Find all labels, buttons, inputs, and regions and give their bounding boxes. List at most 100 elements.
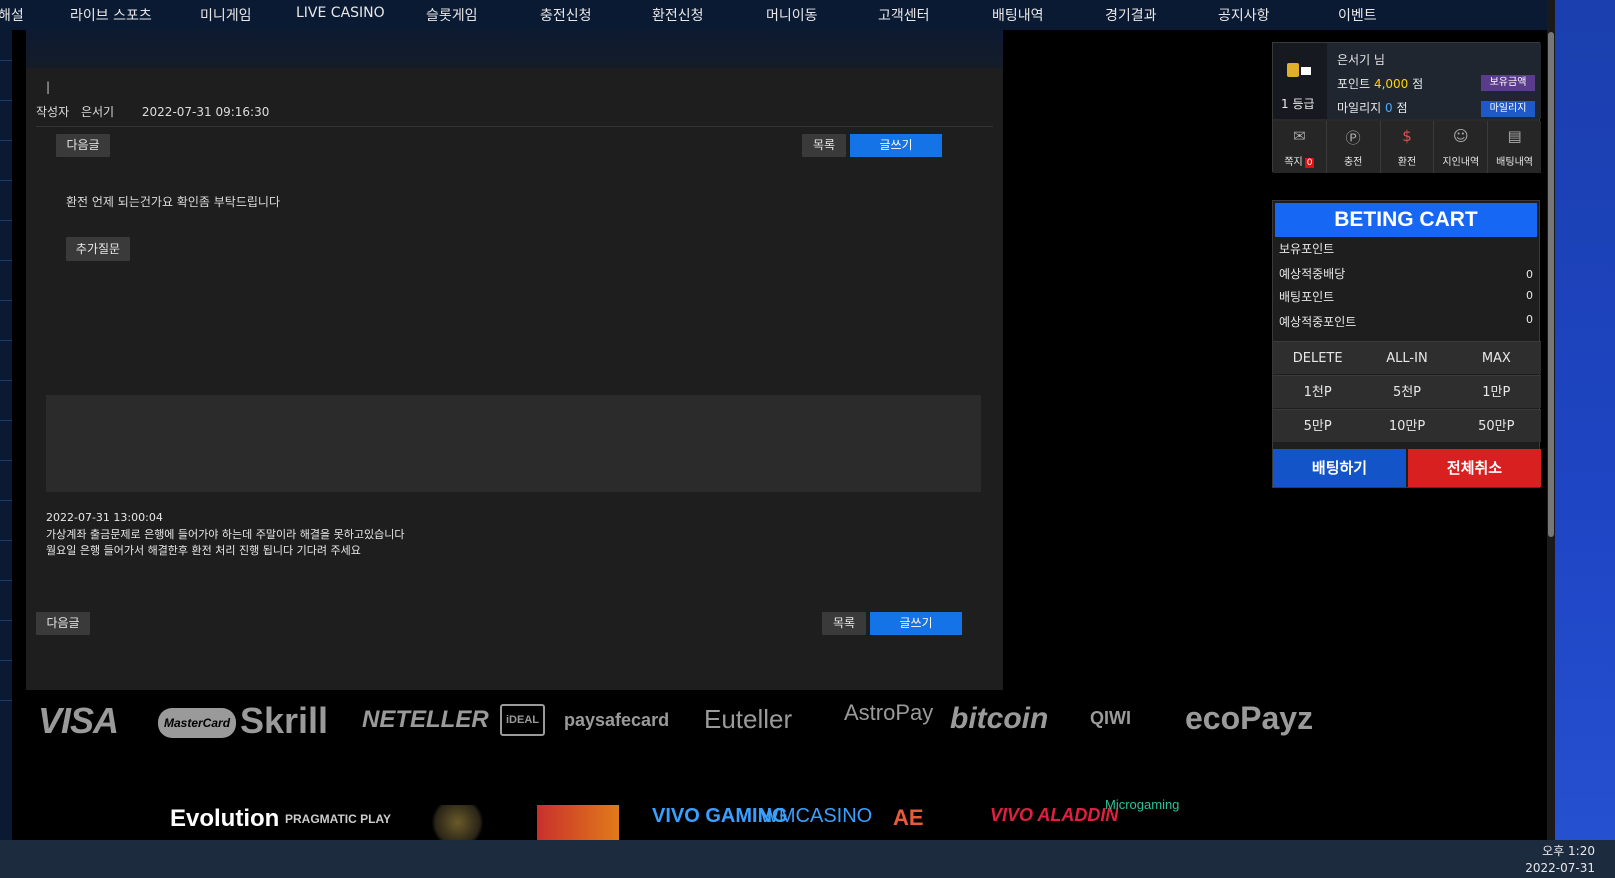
shortcut-referrals-label: 지인내역 xyxy=(1442,157,1480,168)
point-unit: 점 xyxy=(1412,77,1424,91)
cart-title: BETING CART xyxy=(1275,203,1537,237)
cart-row-holding-points: 보유포인트 xyxy=(1279,240,1533,257)
paysafecard-logo: paysafecard xyxy=(564,710,670,730)
og-plus-logo xyxy=(537,805,619,840)
cancel-all-button[interactable]: 전체취소 xyxy=(1408,449,1541,487)
nav-item-money-move[interactable]: 머니이동 xyxy=(766,5,818,25)
shortcut-referrals[interactable]: ☺ 지인내역 xyxy=(1434,121,1489,173)
mastercard-logo: MasterCard xyxy=(158,708,237,738)
cart-row-value: 0 xyxy=(1526,313,1533,326)
post-panel: | 작성자 은서기 2022-07-31 09:16:30 다음글 목록 글쓰기… xyxy=(26,30,1003,690)
amount-100k-button[interactable]: 10만P xyxy=(1362,410,1451,442)
bitcoin-logo: bitcoin xyxy=(950,702,1049,735)
mileage-value: 0 xyxy=(1385,101,1393,115)
vivo-aladdin-logo: VIVO ALADDIN xyxy=(990,805,1119,825)
cart-row-expected-win: 예상적중포인트 0 xyxy=(1279,313,1533,330)
cart-row-expected-odds: 예상적중배당 0 xyxy=(1279,265,1533,282)
scrollbar-thumb[interactable] xyxy=(1548,32,1554,537)
nav-item-withdraw[interactable]: 환전신청 xyxy=(652,5,704,25)
user-mileage: 마일리지 0 점 xyxy=(1337,99,1408,116)
coin-icon xyxy=(1287,63,1299,77)
cart-amount-row-2: 5만P 10만P 50만P xyxy=(1273,409,1541,442)
bottom-write-button[interactable]: 글쓰기 xyxy=(870,612,962,635)
cart-row-label: 보유포인트 xyxy=(1279,242,1335,256)
delete-button[interactable]: DELETE xyxy=(1273,342,1362,374)
ecopayz-logo: ecoPayz xyxy=(1185,700,1314,736)
nav-item-deposit[interactable]: 충전신청 xyxy=(540,5,592,25)
cart-row-label: 예상적중포인트 xyxy=(1279,315,1357,329)
nav-item-results[interactable]: 경기결과 xyxy=(1105,5,1157,25)
user-name: 은서기 님 xyxy=(1337,53,1385,67)
astropay-logo: AstroPay xyxy=(844,700,934,725)
envelope-icon: ✉ xyxy=(1293,127,1306,145)
taskbar-clock-date[interactable]: 2022-07-31 xyxy=(1525,861,1595,875)
ideal-logo: iDEAL xyxy=(500,704,545,736)
nav-item-customer-center[interactable]: 고객센터 xyxy=(878,5,930,25)
followup-question-button[interactable]: 추가질문 xyxy=(66,237,130,261)
level-cell: 1 등급 xyxy=(1273,43,1327,119)
question-text: 환전 언제 되는건가요 확인좀 부탁드립니다 xyxy=(66,195,280,209)
balance-tag-button[interactable]: 보유금액 xyxy=(1481,75,1535,91)
amount-10k-button[interactable]: 1만P xyxy=(1452,376,1541,408)
exchange-icon: $ xyxy=(1402,127,1412,145)
shortcut-bet-history[interactable]: ▤ 배팅내역 xyxy=(1488,121,1541,173)
answer-line-1: 가상계좌 출금문제로 은행에 들어가야 하는데 주말이라 해결을 못하고있습니다 xyxy=(46,528,405,541)
answer-line-2: 월요일 은행 들어가서 해결한후 환전 처리 진행 됩니다 기다려 주세요 xyxy=(46,544,361,557)
cart-row-label: 배팅포인트 xyxy=(1279,290,1335,304)
next-post-button[interactable]: 다음글 xyxy=(56,134,110,157)
answer-box xyxy=(46,395,981,492)
bottom-next-post-button[interactable]: 다음글 xyxy=(36,612,90,635)
bottom-list-button[interactable]: 목록 xyxy=(822,612,866,635)
level-badge-icon xyxy=(1301,67,1311,75)
nav-item-bet-history[interactable]: 배팅내역 xyxy=(992,5,1044,25)
shortcut-exchange-label: 환전 xyxy=(1397,157,1417,168)
nav-item-notice[interactable]: 공지사항 xyxy=(1218,5,1270,25)
list-button[interactable]: 목록 xyxy=(802,134,846,157)
cart-row-label: 예상적중배당 xyxy=(1279,267,1346,281)
shortcut-deposit-label: 충전 xyxy=(1343,157,1363,168)
user-level: 1 등급 xyxy=(1281,97,1315,111)
shortcut-exchange[interactable]: $ 환전 xyxy=(1380,121,1435,173)
wm-casino-logo: WMCASINO xyxy=(760,805,873,827)
place-bet-button[interactable]: 배팅하기 xyxy=(1273,449,1406,487)
nav-item-live-casino[interactable]: LIVE CASINO xyxy=(296,5,385,21)
amount-5k-button[interactable]: 5천P xyxy=(1362,376,1451,408)
euteller-logo: Euteller xyxy=(704,704,793,734)
answer-date: 2022-07-31 13:00:04 xyxy=(46,511,163,524)
taskbar-clock-time[interactable]: 오후 1:20 xyxy=(1542,842,1595,859)
left-sidebar-edge xyxy=(0,30,12,840)
cart-row-value: 0 xyxy=(1526,289,1533,302)
vertical-scrollbar[interactable] xyxy=(1547,0,1555,840)
evolution-logo: Evolution xyxy=(170,805,280,832)
amount-50k-button[interactable]: 5만P xyxy=(1273,410,1362,442)
user-summary: 1 등급 은서기 님 포인트 4,000 점 마일리지 0 점 보유금액 마일리… xyxy=(1273,43,1541,119)
mileage-label: 마일리지 xyxy=(1337,101,1382,115)
shortcut-messages[interactable]: ✉ 쪽지 0 xyxy=(1273,121,1327,173)
nav-item-mini-game[interactable]: 미니게임 xyxy=(200,5,252,25)
user-info-box: 1 등급 은서기 님 포인트 4,000 점 마일리지 0 점 보유금액 마일리… xyxy=(1272,42,1541,173)
write-button[interactable]: 글쓰기 xyxy=(850,134,942,157)
shortcut-deposit[interactable]: Ⓟ 충전 xyxy=(1326,121,1381,173)
shortcut-messages-label: 쪽지 xyxy=(1284,157,1303,168)
user-shortcut-bar: ✉ 쪽지 0 Ⓟ 충전 $ 환전 ☺ 지인내역 ▤ 배팅내역 xyxy=(1273,121,1541,173)
amount-1k-button[interactable]: 1천P xyxy=(1273,376,1362,408)
nav-item-event[interactable]: 이벤트 xyxy=(1338,5,1377,25)
amount-500k-button[interactable]: 50만P xyxy=(1452,410,1541,442)
all-in-button[interactable]: ALL-IN xyxy=(1362,342,1451,374)
nav-item-commentary[interactable]: 해설 xyxy=(0,5,24,25)
ae-logo: AE xyxy=(893,805,924,830)
post-date: 2022-07-31 09:16:30 xyxy=(141,105,270,119)
point-value: 4,000 xyxy=(1373,77,1409,91)
post-header-bar xyxy=(26,30,1003,68)
max-button[interactable]: MAX xyxy=(1452,342,1541,374)
text-cursor: | xyxy=(46,80,51,94)
mileage-tag-button[interactable]: 마일리지 xyxy=(1481,101,1535,117)
visa-logo: VISA xyxy=(38,700,119,741)
author-label: 작성자 xyxy=(36,105,70,119)
deposit-icon: Ⓟ xyxy=(1345,129,1361,147)
nav-item-live-sports[interactable]: 라이브 스포츠 xyxy=(70,5,152,25)
qiwi-logo: QIWI xyxy=(1090,708,1131,728)
microgaming-logo: Microgaming xyxy=(1105,797,1180,812)
nav-item-slot-game[interactable]: 슬롯게임 xyxy=(426,5,478,25)
desktop-background xyxy=(1555,0,1615,840)
